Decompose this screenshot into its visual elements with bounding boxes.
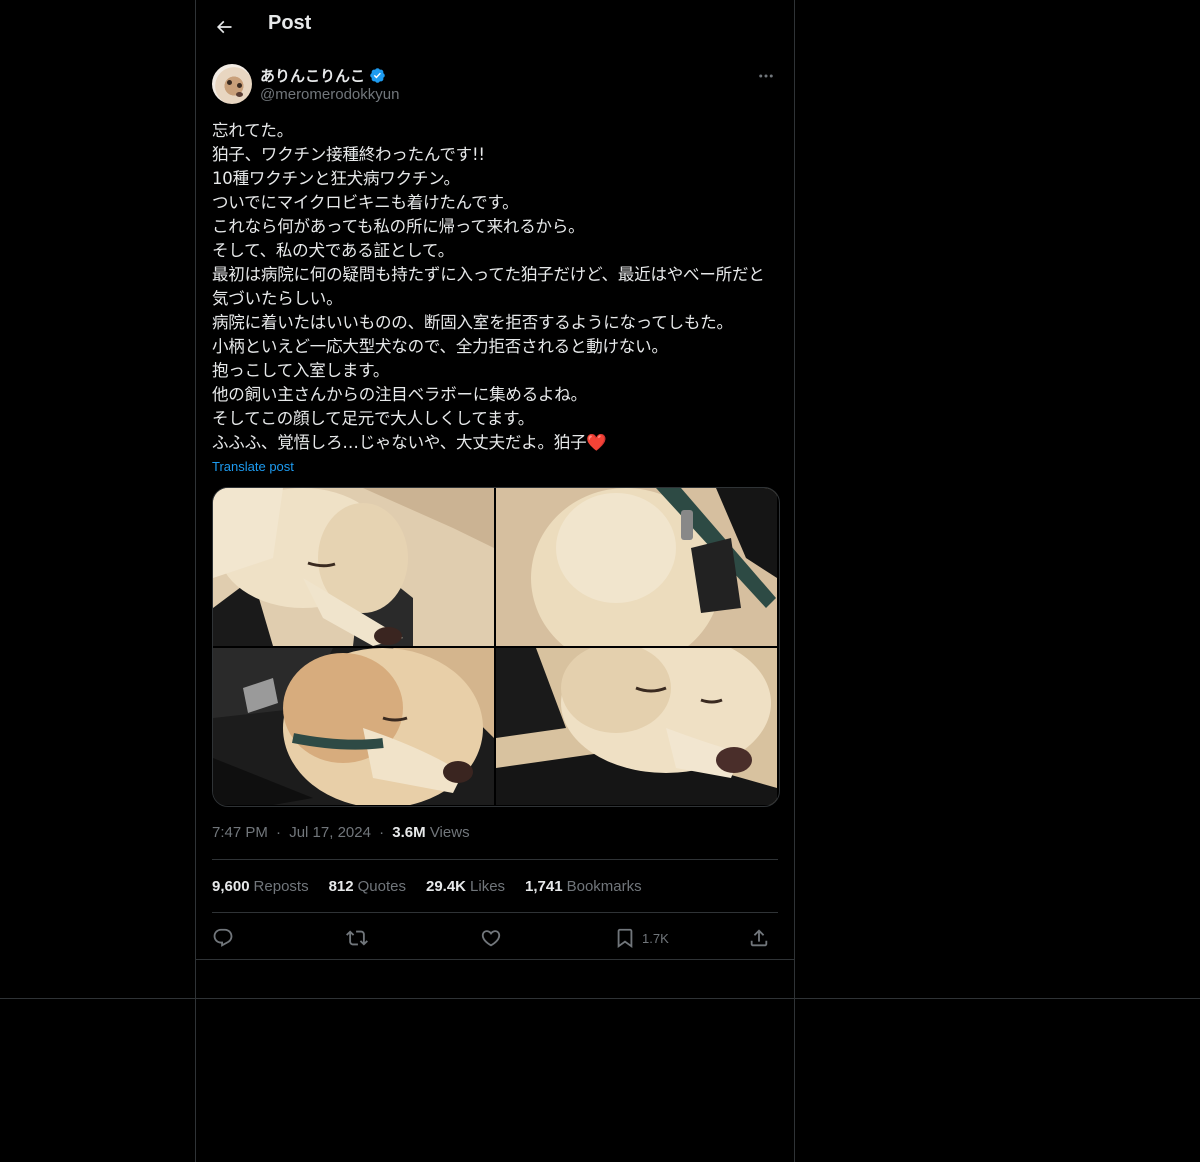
reposts-stat[interactable]: 9,600 Reposts	[212, 878, 309, 895]
back-button[interactable]	[210, 13, 238, 41]
share-button[interactable]	[748, 924, 770, 952]
reposts-count: 9,600	[212, 878, 250, 895]
page-title: Post	[268, 12, 312, 34]
photo-2[interactable]	[496, 488, 777, 646]
post-bottom-border	[196, 959, 794, 960]
meta-separator: ·	[379, 824, 385, 841]
tweet-text: 忘れてた。 狛子、ワクチン接種終わったんです!! 10種ワクチンと狂犬病ワクチン…	[212, 121, 765, 452]
post-meta: 7:47 PM · Jul 17, 2024 · 3.6M Views	[212, 824, 470, 841]
repost-button[interactable]	[346, 924, 368, 952]
likes-count: 29.4K	[425, 878, 467, 895]
views-label: Views	[429, 824, 470, 841]
header: Post	[196, 0, 794, 54]
bookmark-count: 1.7K	[642, 930, 669, 946]
quotes-stat[interactable]: 812 Quotes	[329, 878, 406, 895]
bookmarks-stat[interactable]: 1,741 Bookmarks	[525, 878, 642, 895]
reply-icon	[213, 928, 233, 947]
more-options-button[interactable]	[754, 64, 778, 88]
heart-icon	[481, 930, 501, 947]
page: Post ありんこりんこ @meromerodokkyun 忘れてた。 狛子、ワ…	[0, 0, 1200, 1162]
bookmarks-count: 1,741	[525, 878, 563, 895]
bookmark-icon	[617, 928, 633, 949]
photo-3[interactable]	[213, 648, 494, 805]
bookmarks-label: Bookmarks	[566, 878, 642, 895]
post-date[interactable]: Jul 17, 2024	[289, 824, 371, 841]
likes-stat[interactable]: 29.4K Likes	[426, 878, 505, 895]
repost-icon	[346, 930, 368, 946]
author-name[interactable]: ありんこりんこ	[260, 65, 386, 86]
photo-4[interactable]	[496, 648, 777, 805]
bookmark-button[interactable]: 1.7K	[614, 924, 669, 952]
avatar[interactable]	[212, 64, 252, 104]
divider	[212, 912, 778, 913]
photo-1[interactable]	[213, 488, 494, 646]
translate-post-link[interactable]: Translate post	[212, 459, 294, 474]
main-column: Post ありんこりんこ @meromerodokkyun 忘れてた。 狛子、ワ…	[195, 0, 795, 1162]
share-icon	[750, 929, 768, 947]
divider	[212, 859, 778, 860]
reply-button[interactable]	[212, 924, 234, 952]
views-count: 3.6M	[392, 824, 426, 841]
engagement-stats: 9,600 Reposts 812 Quotes 29.4K Likes 1,741 B…	[212, 878, 642, 895]
meta-separator: ·	[276, 824, 282, 841]
more-icon	[759, 74, 773, 78]
quotes-count: 812	[328, 878, 354, 895]
quotes-label: Quotes	[357, 878, 406, 895]
post-time[interactable]: 7:47 PM	[212, 824, 268, 841]
arrow-left-icon	[216, 20, 232, 34]
verified-badge-icon	[370, 68, 385, 83]
reposts-label: Reposts	[253, 878, 309, 895]
action-bar: 1.7K	[212, 924, 778, 952]
author-handle[interactable]: @meromerodokkyun	[260, 86, 399, 103]
likes-label: Likes	[470, 878, 506, 895]
display-name-text: ありんこりんこ	[260, 67, 366, 85]
author-row: ありんこりんこ @meromerodokkyun	[212, 64, 778, 108]
media-grid	[212, 487, 780, 807]
like-button[interactable]	[480, 924, 502, 952]
